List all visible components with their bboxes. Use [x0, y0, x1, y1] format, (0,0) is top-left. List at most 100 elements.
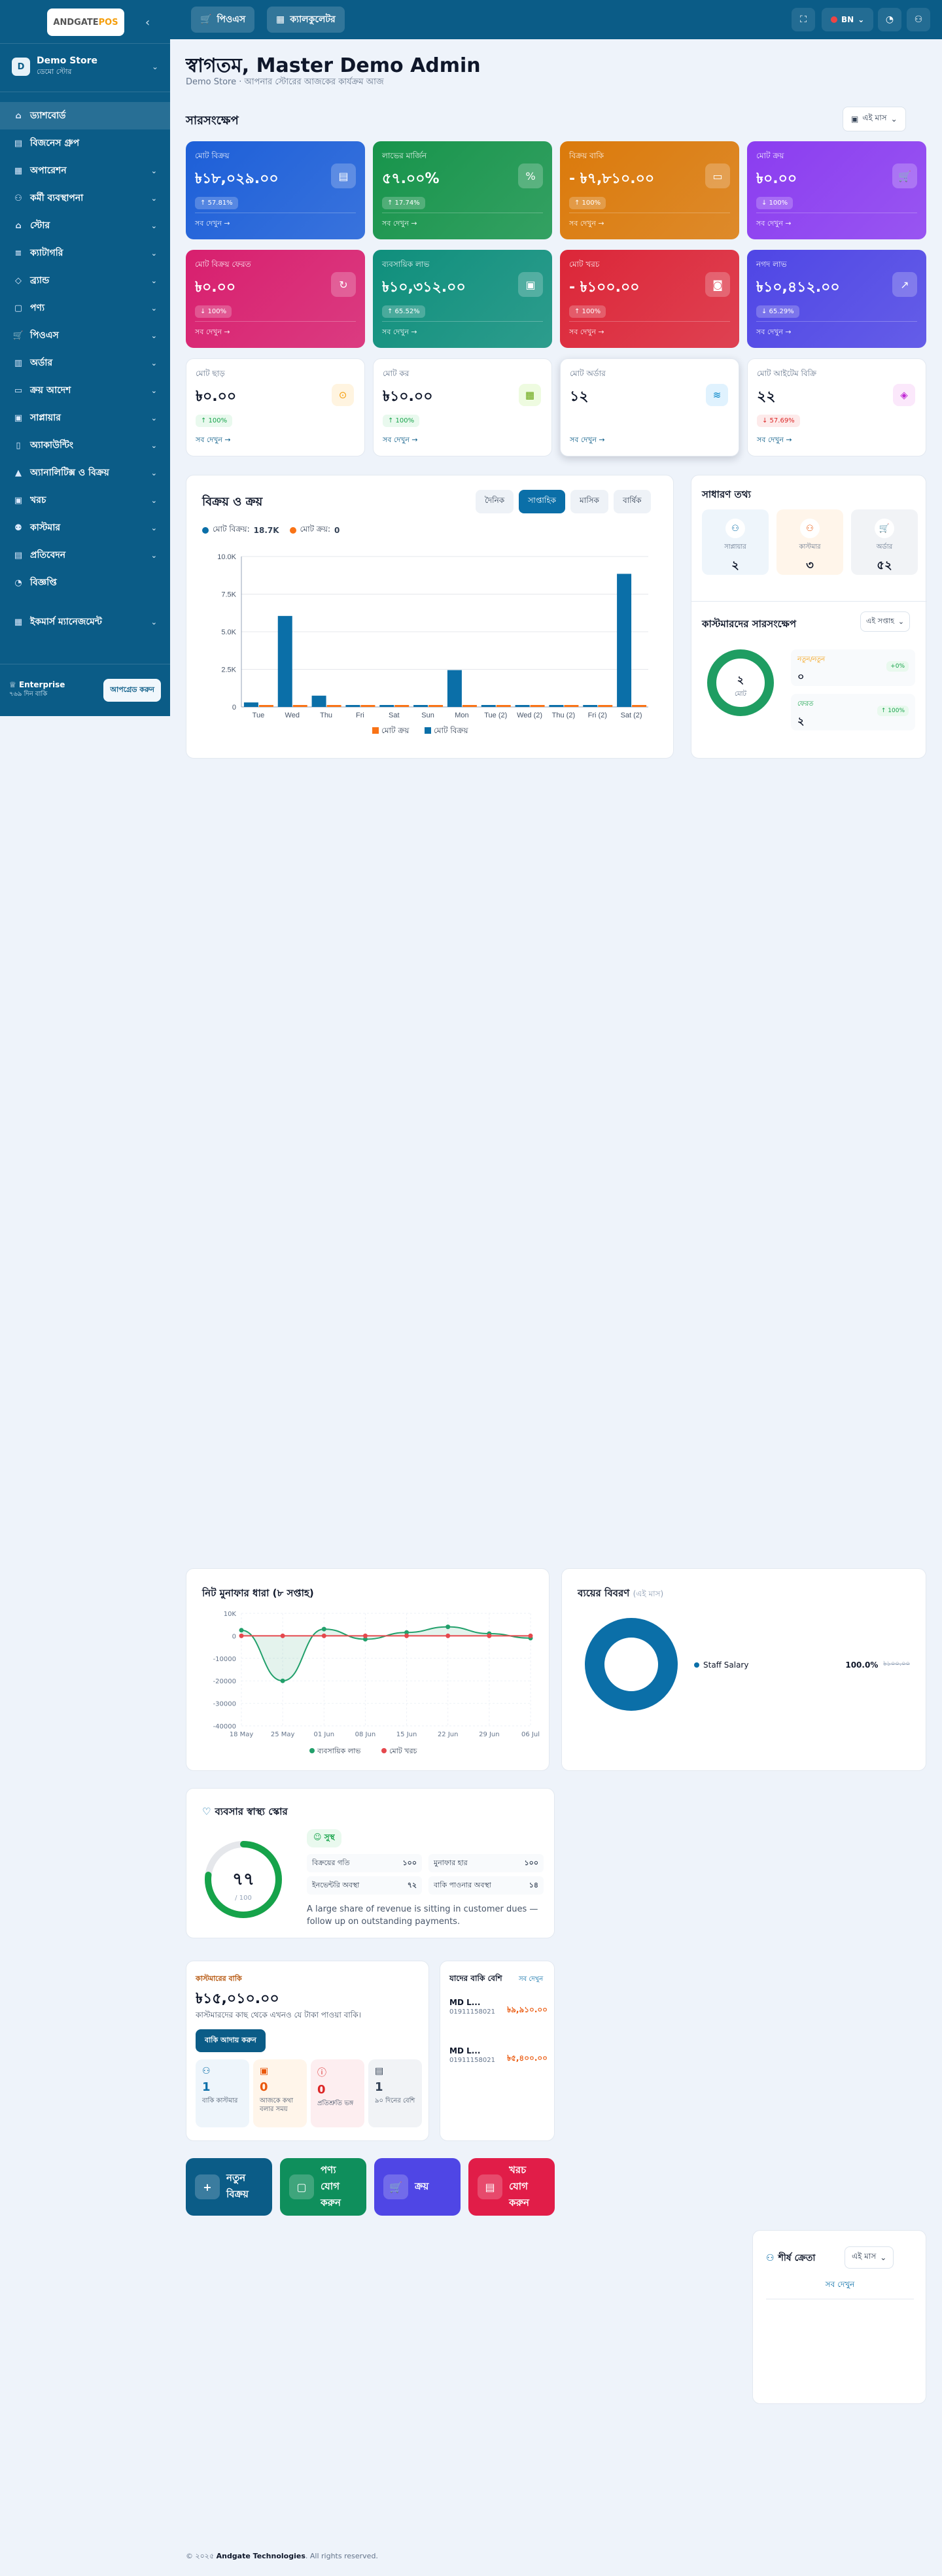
sidebar-item-2[interactable]: ▦ অপারেশন ⌄ [0, 157, 170, 184]
legend-swatch-sales [425, 727, 431, 734]
expense-item-percent: 100.0% [845, 1660, 879, 1670]
kpi-more-link[interactable]: সব দেখুন → [195, 326, 230, 339]
kpi-card[interactable]: নগদ লাভ ৳১০,৪১২.০০ ↓ 65.29% ↗ সব দেখুন → [747, 250, 926, 348]
kpi-card[interactable]: ব্যবসায়িক লাভ ৳১০,৩১২.০০ ↑ 65.52% ▣ সব দেখু… [373, 250, 552, 348]
tag-icon: ◇ [15, 275, 22, 286]
kpi-more-link[interactable]: সব দেখুন → [570, 434, 605, 447]
sidebar-item-5[interactable]: ≡ ক্যাটাগরি ⌄ [0, 239, 170, 267]
sidebar-item-9[interactable]: ▥ অর্ডার ⌄ [0, 349, 170, 377]
sidebar-item-8[interactable]: 🛒 পিওএস ⌄ [0, 322, 170, 349]
sidebar-item-label: অর্ডার [30, 358, 53, 368]
pos-button[interactable]: 🛒 পিওএস [191, 7, 255, 33]
health-status-badge: ☺ সুস্থ [307, 1829, 341, 1847]
top-dues-link[interactable]: সব দেখুন [519, 1974, 543, 1985]
quick-action-button[interactable]: + নতুন বিক্রয় [186, 2158, 272, 2216]
series-point-0 [280, 1678, 285, 1683]
sidebar-item-17[interactable]: ◔ বিজ্ঞপ্তি [0, 569, 170, 596]
customer-period-selector[interactable]: এই সপ্তাহ ⌄ [860, 611, 911, 632]
kpi-card[interactable]: মোট ছাড় ৳০.০০ ↑ 100% ⊙ সব দেখুন → [186, 358, 365, 456]
kpi-more-link[interactable]: সব দেখুন → [757, 434, 792, 447]
quick-action-button[interactable]: ▢ পণ্য যোগ করুন [280, 2158, 366, 2216]
receipt-icon: ▤ [478, 2174, 502, 2199]
quick-action-label: পণ্য যোগ করুন [321, 2163, 341, 2208]
sidebar-collapse-icon[interactable]: ‹ [145, 16, 150, 29]
tab-period-1[interactable]: সাপ্তাহিক [519, 490, 566, 513]
quick-action-button[interactable]: 🛒 ক্রয় [374, 2158, 461, 2216]
kpi-more-link[interactable]: সব দেখুন → [382, 218, 417, 230]
bar-purchase [394, 705, 410, 707]
sidebar-item-13[interactable]: ▲ অ্যানালিটিক্স ও বিক্রয় ⌄ [0, 459, 170, 487]
top-customers-period[interactable]: এই মাস ⌄ [845, 2246, 894, 2269]
kpi-more-link[interactable]: সব দেখুন → [196, 434, 231, 447]
kpi-card[interactable]: মোট খরচ - ৳১০০.০০ ↑ 100% ◙ সব দেখুন → [560, 250, 739, 348]
chevron-down-icon: ⌄ [890, 114, 898, 124]
sidebar-item-12[interactable]: ▯ অ্যাকাউন্টিং ⌄ [0, 432, 170, 459]
series-point-1 [321, 1633, 326, 1638]
notification-bell-icon[interactable]: ◔ [878, 8, 901, 31]
top-dues-card: যাদের বাকি বেশি সব দেখুন MD L... 01911158… [440, 1961, 555, 2141]
y-tick-label: 5.0K [221, 628, 236, 636]
dues-stat[interactable]: ⚇ 1 বাকি কাস্টমার [196, 2059, 249, 2127]
health-metric-label: বাকি পাওনার অবস্থা [434, 1880, 491, 1889]
kpi-card[interactable]: বিক্রয় বাকি - ৳৭,৮১০.০০ ↑ 100% ▭ সব দেখুন → [560, 141, 739, 239]
sidebar-item-10[interactable]: ▭ ক্রয় আদেশ ⌄ [0, 377, 170, 404]
top-customers-link[interactable]: সব দেখুন [753, 2279, 927, 2292]
kpi-more-link[interactable]: সব দেখুন → [569, 218, 604, 230]
upgrade-button[interactable]: আপগ্রেড করুন [103, 678, 161, 702]
sidebar-item-1[interactable]: ▤ বিজনেস গ্রুপ [0, 129, 170, 157]
top-dues-row[interactable]: MD L... 01911158021 ৳৯,৯১০.০০ [449, 1998, 548, 2037]
kpi-card[interactable]: মোট আইটেম বিক্রি ২২ ↓ 57.69% ◈ সব দেখুন → [747, 358, 926, 456]
period-selector[interactable]: ▣ এই মাস ⌄ [843, 107, 906, 131]
kpi-card[interactable]: লাভের মার্জিন ৫৭.০০% ↑ 17.74%% সব দেখুন → [373, 141, 552, 239]
sidebar-item-15[interactable]: ⚉ কাস্টমার ⌄ [0, 514, 170, 541]
kpi-more-link[interactable]: সব দেখুন → [756, 218, 792, 230]
store-selector[interactable]: D Demo Store ডেমো স্টোর ⌄ [12, 52, 158, 81]
sidebar-item-16[interactable]: ▤ প্রতিবেদন ⌄ [0, 541, 170, 569]
dues-tag: কাস্টমারের বাকি [196, 1974, 242, 1983]
cube-icon: ◈ [893, 384, 915, 406]
dues-stat[interactable]: ⓘ 0 প্রতিশ্রুতি ভঙ্গ [311, 2059, 364, 2127]
sidebar-item-7[interactable]: ▢ পণ্য ⌄ [0, 294, 170, 322]
calendar-icon: ▣ [851, 114, 859, 124]
kpi-card[interactable]: মোট বিক্রয় ফেরত ৳০.০০ ↓ 100% ↻ সব দেখুন → [186, 250, 365, 348]
x-tick-label: 18 May [230, 1731, 254, 1738]
kpi-card[interactable]: মোট অর্ডার ১২ ≋ সব দেখুন → [560, 358, 739, 456]
top-customers-card: ⚇ শীর্ষ ক্রেতা এই মাস ⌄ সব দেখুন [752, 2230, 926, 2404]
kpi-more-link[interactable]: সব দেখুন → [569, 326, 604, 339]
fullscreen-icon[interactable]: ⛶ [792, 8, 815, 31]
legend-swatch-expense [381, 1748, 387, 1753]
dues-stat[interactable]: ▣ 0 আজকে কথা বলার সময় [253, 2059, 307, 2127]
tab-period-3[interactable]: বার্ষিক [613, 490, 651, 513]
stat-label: কাস্টমার [799, 543, 821, 551]
top-dues-row[interactable]: MD L... 01911158021 ৳৫,৪০০.০০ [449, 2046, 548, 2086]
bar-sales [379, 705, 394, 707]
user-menu-icon[interactable]: ⚇ [907, 8, 930, 31]
kpi-more-link[interactable]: সব দেখুন → [756, 326, 792, 339]
dues-stat[interactable]: ▤ 1 ৯০ দিনের বেশি [368, 2059, 422, 2127]
sidebar-item-4[interactable]: ⌂ স্টোর ⌄ [0, 212, 170, 239]
tax-icon: ▦ [519, 384, 541, 406]
quick-action-button[interactable]: ▤ খরচ যোগ করুন [468, 2158, 555, 2216]
sidebar-item-14[interactable]: ▣ খরচ ⌄ [0, 487, 170, 514]
kpi-card[interactable]: মোট বিক্রয় ৳১৮,০২৯.০০ ↑ 57.81% ▤ সব দেখুন → [186, 141, 365, 239]
kpi-more-link[interactable]: সব দেখুন → [383, 434, 418, 447]
kpi-card[interactable]: মোট ক্রয় ৳০.০০ ↓ 100% 🛒 সব দেখুন → [747, 141, 926, 239]
sidebar-item-0[interactable]: ⌂ ড্যাশবোর্ড [0, 102, 170, 129]
sidebar-item-18[interactable]: ▦ ইকমার্স ম্যানেজমেন্ট ⌄ [0, 608, 170, 636]
kpi-more-link[interactable]: সব দেখুন → [382, 326, 417, 339]
supplier-icon: ▣ [14, 413, 23, 423]
calculator-button[interactable]: ▦ ক্যালকুলেটর [267, 7, 345, 33]
collect-dues-button[interactable]: বাকি আদায় করুন [196, 2029, 266, 2052]
tab-period-0[interactable]: দৈনিক [476, 490, 514, 513]
language-selector[interactable]: BN ⌄ [822, 8, 874, 31]
sidebar-item-3[interactable]: ⚇ কর্মী ব্যবস্থাপনা ⌄ [0, 184, 170, 212]
series-point-1 [362, 1633, 368, 1638]
kpi-more-link[interactable]: সব দেখুন → [195, 218, 230, 230]
app-logo[interactable]: ANDGATE POS [47, 9, 124, 36]
user-icon: ⚇ [202, 2066, 211, 2076]
kpi-card[interactable]: মোট কর ৳১০.০০ ↑ 100% ▦ সব দেখুন → [373, 358, 552, 456]
health-score: ৭৭ [232, 1870, 254, 1889]
sidebar-item-6[interactable]: ◇ ব্র্যান্ড ⌄ [0, 267, 170, 294]
sidebar-item-11[interactable]: ▣ সাপ্লায়ার ⌄ [0, 404, 170, 432]
tab-period-2[interactable]: মাসিক [570, 490, 608, 513]
